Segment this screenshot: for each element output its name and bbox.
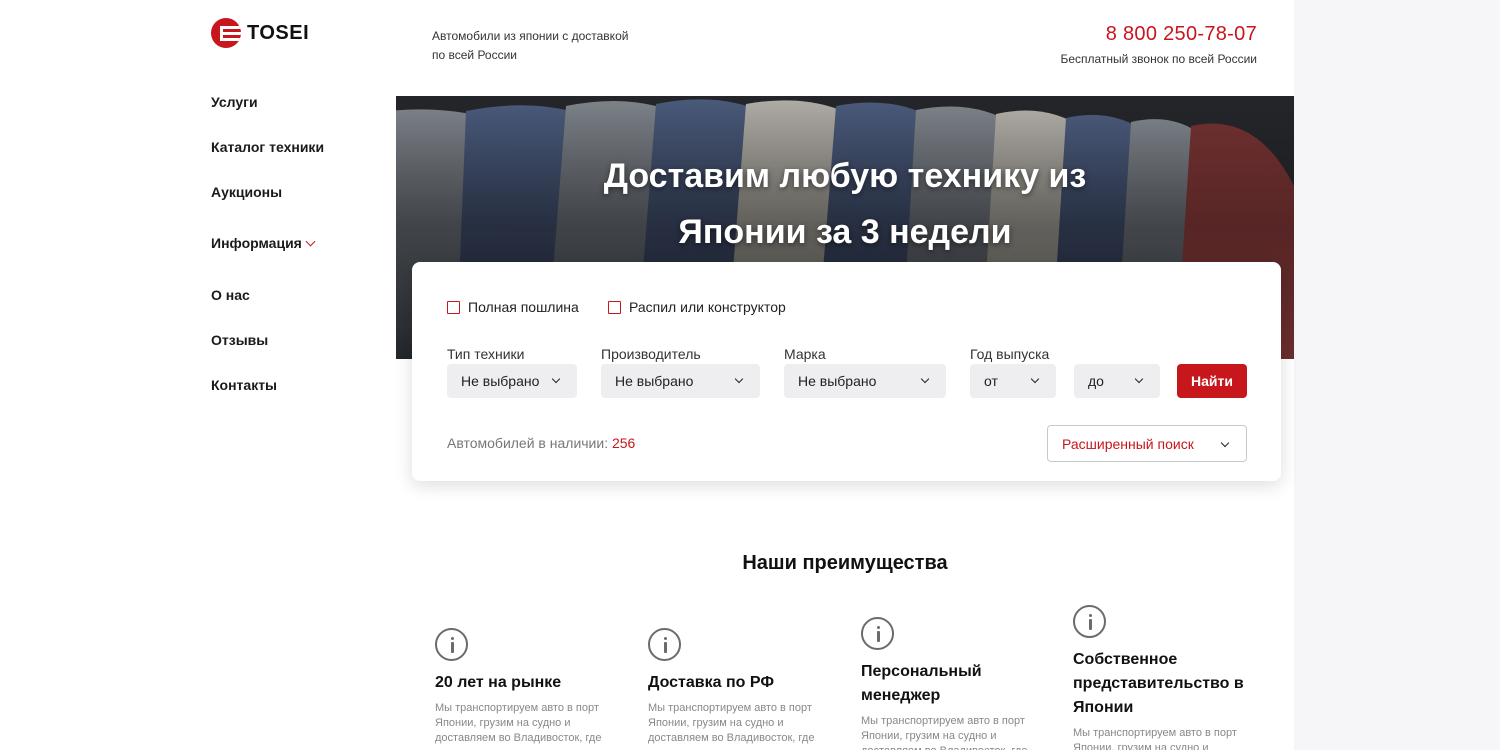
checkbox-box: [447, 300, 460, 314]
maker-value: Не выбрано: [615, 373, 694, 389]
checkbox-box: [608, 300, 621, 314]
nav-item-services[interactable]: Услуги: [211, 92, 258, 112]
chevron-down-icon: [1220, 438, 1230, 448]
feature-item: Доставка по РФ Мы транспортируем авто в …: [648, 628, 833, 746]
year-label: Год выпуска: [970, 346, 1050, 362]
chevron-down-icon: [305, 236, 316, 246]
stock-label: Автомобилей в наличии:: [447, 435, 609, 451]
chevron-down-icon: [1030, 374, 1040, 384]
info-icon: [1073, 605, 1106, 638]
nav-item-info-label: Информация: [211, 235, 302, 251]
logo-text: TOSEI: [247, 21, 310, 44]
info-icon: [861, 617, 894, 650]
nav-item-about[interactable]: О нас: [211, 285, 250, 305]
feature-text: Мы транспортируем авто в порт Японии, гр…: [648, 702, 815, 744]
year-from-value: от: [984, 373, 998, 389]
brand-value: Не выбрано: [798, 373, 877, 389]
feature-item: Персональный менеджер Мы транспортируем …: [861, 617, 1046, 750]
full-duty-checkbox[interactable]: Полная пошлина: [447, 299, 579, 315]
feature-item: Собственное представительство в Японии М…: [1073, 605, 1258, 750]
type-select[interactable]: Не выбрано: [447, 364, 577, 398]
type-label: Тип техники: [447, 346, 525, 362]
feature-title: 20 лет на рынке: [435, 674, 562, 691]
feature-title: Собственное представительство в Японии: [1073, 651, 1244, 716]
feature-title: Персональный менеджер: [861, 663, 982, 704]
feature-item: 20 лет на рынке Мы транспортируем авто в…: [435, 628, 620, 746]
feature-text: Мы транспортируем авто в порт Японии, гр…: [861, 715, 1027, 750]
year-to-select[interactable]: до: [1074, 364, 1160, 398]
chevron-down-icon: [734, 374, 744, 384]
parts-label: Распил или конструктор: [629, 299, 786, 315]
maker-select[interactable]: Не выбрано: [601, 364, 760, 398]
chevron-down-icon: [551, 374, 561, 384]
full-duty-label: Полная пошлина: [468, 299, 579, 315]
brand-label: Марка: [784, 346, 826, 362]
chevron-down-icon: [920, 374, 930, 384]
type-value: Не выбрано: [461, 373, 540, 389]
parts-checkbox[interactable]: Распил или конструктор: [608, 299, 786, 315]
advantages-title: Наши преимущества: [742, 552, 948, 574]
search-card: Полная пошлина Распил или конструктор Ти…: [412, 262, 1281, 481]
header-tagline: Автомобили из японии с доставкой по всей…: [432, 29, 629, 62]
nav-item-catalog[interactable]: Каталог техники: [211, 137, 324, 157]
chevron-down-icon: [1134, 374, 1144, 384]
year-to-value: до: [1088, 373, 1104, 389]
find-button[interactable]: Найти: [1177, 364, 1247, 398]
advanced-search-button[interactable]: Расширенный поиск: [1047, 425, 1247, 462]
phone-link[interactable]: 8 800 250-78-07: [1106, 23, 1257, 46]
phone-note: Бесплатный звонок по всей России: [1060, 52, 1257, 66]
nav-item-reviews[interactable]: Отзывы: [211, 330, 268, 350]
logo-icon: [211, 18, 241, 48]
nav-item-contacts[interactable]: Контакты: [211, 375, 277, 395]
info-icon: [435, 628, 468, 661]
stock-number: 256: [611, 435, 636, 451]
logo[interactable]: TOSEI: [211, 18, 309, 48]
hero-title: Доставим любую технику из Японии за 3 не…: [396, 148, 1294, 260]
stock-count: Автомобилей в наличии: 256: [447, 435, 635, 451]
feature-text: Мы транспортируем авто в порт Японии, гр…: [1073, 727, 1237, 750]
sidebar: TOSEI Услуги Каталог техники Аукционы Ин…: [0, 0, 396, 750]
maker-label: Производитель: [601, 346, 701, 362]
nav-item-auctions[interactable]: Аукционы: [211, 182, 282, 202]
feature-text: Мы транспортируем авто в порт Японии, гр…: [435, 702, 602, 744]
advanced-search-label: Расширенный поиск: [1062, 435, 1194, 452]
brand-select[interactable]: Не выбрано: [784, 364, 946, 398]
hero-title-line1: Доставим любую технику из: [603, 157, 1087, 195]
main-content: Автомобили из японии с доставкой по всей…: [396, 0, 1294, 750]
feature-title: Доставка по РФ: [648, 674, 774, 691]
year-from-select[interactable]: от: [970, 364, 1056, 398]
hero-title-line2: Японии за 3 недели: [678, 213, 1012, 251]
nav-item-info[interactable]: Информация: [211, 233, 316, 253]
info-icon: [648, 628, 681, 661]
